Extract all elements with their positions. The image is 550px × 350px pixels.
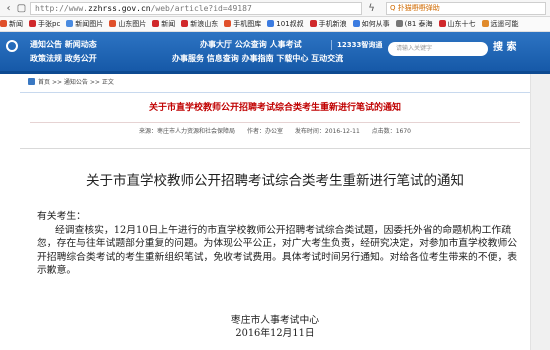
url-prefix: http://www. [35,4,88,13]
nav-notices-news[interactable]: 通知公告 新闻动态 [30,38,97,52]
bookmark-item[interactable]: 新闻 [0,17,23,31]
favicon-icon [66,20,74,27]
favicon-icon [152,20,160,27]
bookmark-label: 新闻 [161,20,176,28]
favicon-icon [181,20,189,27]
bookmark-item[interactable]: 新浪山东 [181,17,219,31]
bookmark-label: 新闻图片 [75,20,104,28]
bookmark-label: 山东图片 [118,20,147,28]
bookmark-label: 如何从事 [361,20,390,28]
nav-group-notices[interactable]: 通知公告 新闻动态 政策法规 政务公开 [30,38,97,66]
article-body: 有关考生： 经调查核实，12月10日上午进行的市直学校教师公开招聘考试综合类试题… [37,210,521,278]
greeting: 有关考生： [37,211,86,222]
scrollbar[interactable] [530,74,550,350]
favicon-icon [109,20,117,27]
bookmark-item[interactable]: (81 泰海 [395,17,433,31]
bookmark-item[interactable]: 新闻 [152,17,176,31]
signature-date: 2016年12月11日 [235,328,315,339]
favicon-icon [0,20,7,27]
site-banner: 通知公告 新闻动态 政策法规 政务公开 办事大厅 公众查询 人事考试 办事服务 … [0,32,550,74]
nav-policy-affairs[interactable]: 政策法规 政务公开 [30,52,97,66]
address-bar: ‹ ▢ http://www.zzhrss.gov.cn/web/article… [0,0,550,17]
bookmark-label: 101叔叔 [276,20,304,28]
breadcrumb-current: 正文 [101,79,114,86]
bookmark-label: 手机新浪 [318,20,347,28]
url-domain: zzhrss.gov.cn [87,4,151,13]
bookmark-item[interactable]: 山东图片 [109,17,147,31]
signature-org: 枣庄市人事考试中心 [230,315,320,326]
site-search-input[interactable]: 请输入关键字 [388,42,488,56]
breadcrumb-notices[interactable]: 通知公告 [64,79,88,86]
favicon-icon [29,20,36,27]
bookmark-item[interactable]: 远遥可能 [481,17,519,31]
bookmark-item[interactable]: 手机新浪 [309,17,347,31]
breadcrumb-sep: >> [89,79,100,86]
divider [30,122,520,123]
bookmark-label: 新闻 [9,20,23,28]
bookmark-label: 手张pc [38,20,61,28]
nav-service-hall[interactable]: 办事大厅 公众查询 人事考试 [172,38,343,52]
bookmark-label: 远遥可能 [490,20,519,28]
page-icon: ▢ [16,3,27,14]
favicon-icon [438,20,446,27]
favicon-icon [481,20,489,27]
browser-search-input[interactable]: Q 扑猫嘢嘢弹助 [386,2,546,15]
bookmark-item[interactable]: 山东十七 [438,17,476,31]
bookmark-item[interactable]: 手张pc [29,17,61,31]
lightning-icon[interactable]: ϟ [366,3,377,14]
bookmarks-bar: 新闻 手张pc 新闻图片 山东图片 新闻 新浪山东 手机图库 101叔叔 手机新浪 如何从事 (81… [0,17,550,32]
url-path: /web/article?id=49187 [150,4,252,13]
breadcrumb: 首页 >> 通知公告 >> 正文 [28,76,114,90]
bookmark-item[interactable]: 手机图库 [224,17,262,31]
hotline-12333[interactable]: 12333智询通 [331,40,382,50]
meta-author: 作者：办公室 [246,128,283,135]
bookmark-item[interactable]: 如何从事 [352,17,390,31]
divider [20,92,530,93]
meta-date: 发布时间：2016-12-11 [294,128,360,135]
bookmark-label: 新浪山东 [190,20,219,28]
bookmark-item[interactable]: 101叔叔 [267,17,304,31]
body-paragraph: 经调查核实，12月10日上午进行的市直学校教师公开招聘考试综合类试题，因委托外省… [37,224,518,277]
breadcrumb-sep: >> [51,79,62,86]
favicon-icon [309,20,317,27]
bookmark-label: 手机图库 [233,20,262,28]
search-button[interactable]: 搜 索 [493,40,516,56]
nav-service-items[interactable]: 办事服务 信息查询 办事指南 下载中心 互动交流 [172,52,343,66]
bookmark-label: (81 泰海 [404,20,433,28]
back-icon[interactable]: ‹ [3,3,14,14]
gear-icon [6,40,18,52]
favicon-icon [224,20,232,27]
home-icon [28,78,35,85]
document-title: 关于市直学校教师公开招聘考试综合类考生重新进行笔试的通知 [86,173,464,189]
meta-views: 点击数：1670 [371,128,411,135]
article-meta: 来源：枣庄市人力资源和社会保障局 作者：办公室 发布时间：2016-12-11 … [20,126,530,138]
meta-source: 来源：枣庄市人力资源和社会保障局 [139,128,236,135]
breadcrumb-home[interactable]: 首页 [38,79,50,86]
nav-group-services[interactable]: 办事大厅 公众查询 人事考试 办事服务 信息查询 办事指南 下载中心 互动交流 [172,38,343,66]
favicon-icon [267,20,275,27]
favicon-icon [395,20,403,27]
bookmark-item[interactable]: 新闻图片 [66,17,104,31]
panel-title: 关于市直学校教师公开招聘考试综合类考生重新进行笔试的通知 [148,103,401,113]
bookmark-label: 山东十七 [447,20,476,28]
favicon-icon [352,20,360,27]
url-input[interactable]: http://www.zzhrss.gov.cn/web/article?id=… [30,2,362,15]
divider [20,148,530,149]
